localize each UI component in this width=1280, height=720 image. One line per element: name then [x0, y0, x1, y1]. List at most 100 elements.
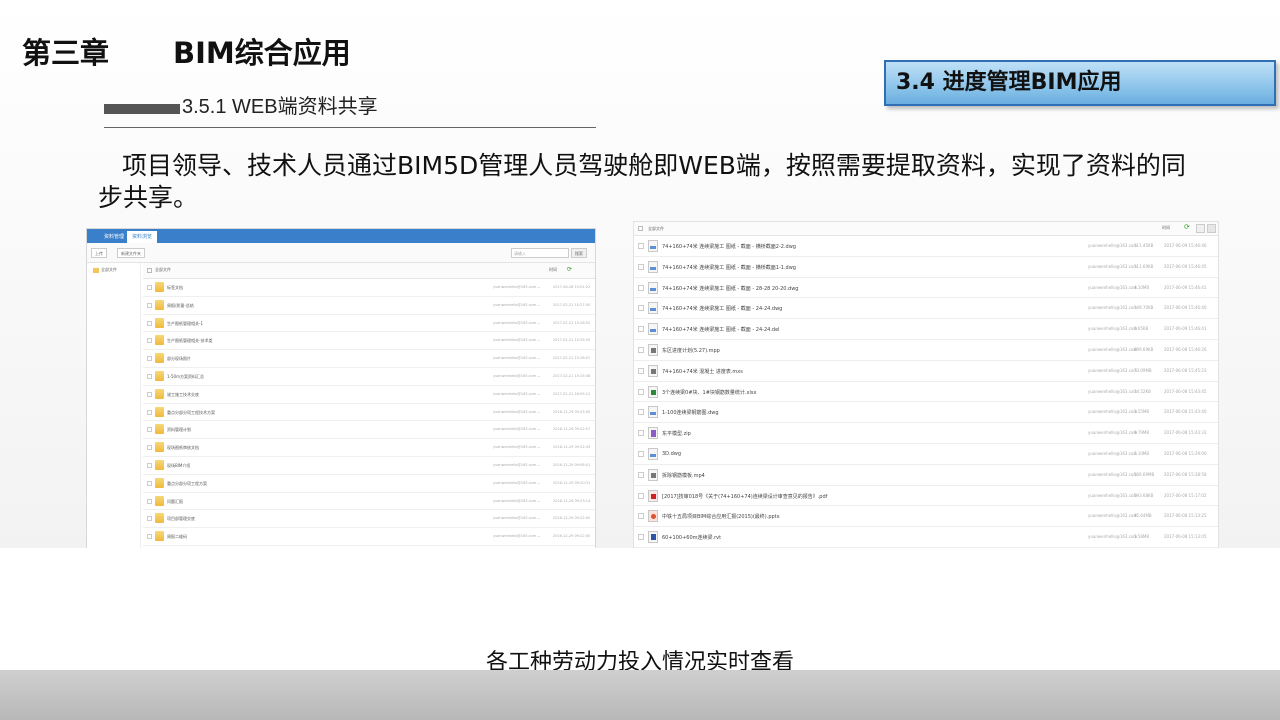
- upload-button[interactable]: 上传: [91, 248, 107, 258]
- row-checkbox[interactable]: [147, 427, 152, 433]
- table-row[interactable]: 现场BIM介绍 yuanwenhello@163.com — 2016-12-29 0…: [143, 457, 595, 475]
- row-checkbox[interactable]: [638, 450, 644, 457]
- file-name[interactable]: 东区进度计划(5.27).mpp: [662, 347, 720, 354]
- table-row[interactable]: 东平模型.zip yuanwenhello@163.com 9.79MB 2017-0…: [634, 423, 1218, 444]
- table-row[interactable]: 现场图纸审核文档 yuanwenhello@163.com — 2016-12-29 …: [143, 439, 595, 457]
- refresh-icon[interactable]: ⟳: [1184, 223, 1190, 231]
- header-time[interactable]: 时间: [549, 267, 557, 273]
- row-checkbox[interactable]: [638, 534, 644, 541]
- table-row[interactable]: 生产图纸管理相关-1 yuanwenhello@163.com — 2017-02-2…: [143, 315, 595, 333]
- table-row[interactable]: 重点分部分项工程方案 yuanwenhello@163.com — 2016-12-2…: [143, 475, 595, 493]
- file-name[interactable]: 74+160+74米 连续梁施工 图纸 - 截面 - 24-24.del: [662, 326, 780, 333]
- table-row[interactable]: 资料管理计划 yuanwenhello@163.com — 2016-12-29 09…: [143, 421, 595, 440]
- file-name[interactable]: 74+160+74米 连续梁施工 图纸 - 截面 - 28-28 20-20.d…: [662, 285, 798, 292]
- table-row[interactable]: 部分现场照片 yuanwenhello@163.com — 2017-02-21 15…: [143, 350, 595, 368]
- file-name[interactable]: 周报二维码: [167, 534, 187, 540]
- row-checkbox[interactable]: [638, 513, 644, 520]
- row-checkbox[interactable]: [147, 391, 152, 397]
- table-row[interactable]: 周报二维码 yuanwenhello@163.com — 2016-12-29 09:…: [143, 528, 595, 546]
- refresh-icon[interactable]: ⟳: [567, 266, 572, 273]
- row-checkbox[interactable]: [638, 243, 644, 249]
- row-checkbox[interactable]: [638, 409, 644, 416]
- table-row[interactable]: 周报/质量-总结 yuanwenhello@163.com — 2017-02-21 …: [143, 297, 595, 315]
- file-name[interactable]: 74+160+74米 混凝土 进度表.mxs: [662, 368, 743, 375]
- file-name[interactable]: 资料管理计划: [167, 427, 191, 433]
- table-row[interactable]: 1-100连续梁钢筋图.dwg yuanwenhello@163.com 3.55M…: [634, 402, 1218, 424]
- file-name[interactable]: 3个连续梁0#块、1#块钢筋数量统计.xlsx: [662, 389, 756, 396]
- search-input[interactable]: 请输入: [511, 248, 569, 258]
- file-name[interactable]: 东平模型.zip: [662, 430, 691, 437]
- row-checkbox[interactable]: [147, 320, 152, 326]
- table-row[interactable]: 74+160+74米 连续梁施工 图纸 - 截面 - 28-28 20-20.d…: [634, 278, 1218, 299]
- file-name[interactable]: 问题汇报: [167, 499, 183, 505]
- row-checkbox[interactable]: [638, 367, 644, 374]
- row-checkbox[interactable]: [147, 480, 152, 486]
- row-checkbox[interactable]: [147, 356, 152, 362]
- file-name[interactable]: 生产图纸管理相关-1: [167, 321, 203, 327]
- list-view-icon[interactable]: [1196, 224, 1205, 233]
- row-checkbox[interactable]: [147, 445, 152, 451]
- file-name[interactable]: 竣工施工技术交底: [167, 392, 199, 398]
- row-checkbox[interactable]: [147, 285, 152, 290]
- row-checkbox[interactable]: [638, 471, 644, 478]
- select-all-checkbox[interactable]: [638, 226, 643, 231]
- row-checkbox[interactable]: [147, 302, 152, 308]
- select-all-checkbox[interactable]: [147, 268, 152, 273]
- tab-data-management[interactable]: 资料管理: [99, 231, 129, 243]
- table-row[interactable]: 1-50m方案资料汇总 yuanwenhello@163.com — 2017-02-…: [143, 368, 595, 386]
- file-name[interactable]: 中铁十五局项目BIM综合应用汇报(2015)(最终).pptx: [662, 513, 780, 520]
- row-checkbox[interactable]: [638, 346, 644, 353]
- table-row[interactable]: 标签文档 yuanwenhello@163.com — 2017-06-28 15:0…: [143, 279, 595, 297]
- file-name[interactable]: 60+100+60m连续梁.rvt: [662, 534, 721, 541]
- file-name[interactable]: 生产图纸管理相关-技术类: [167, 338, 212, 344]
- table-row[interactable]: 重点分部分项工程技术方案 yuanwenhello@163.com — 2016-12…: [143, 404, 595, 422]
- tab-data-browse[interactable]: 资料浏览: [127, 231, 158, 243]
- grid-view-icon[interactable]: [1207, 224, 1216, 233]
- row-checkbox[interactable]: [147, 534, 152, 540]
- row-checkbox[interactable]: [638, 326, 644, 333]
- table-row[interactable]: 74+160+74米 连续梁施工 图纸 - 截面 - 24-24.dwg yuan…: [634, 298, 1218, 320]
- row-checkbox[interactable]: [147, 498, 152, 504]
- file-name[interactable]: 标签文档: [167, 285, 183, 291]
- file-name[interactable]: 74+160+74米 连续梁施工 图纸 - 截面 - 横桥截面1-1.dwg: [662, 264, 796, 271]
- table-row[interactable]: [2017]技审018号《关于(74+160+74)连续梁设计审查意见的报告》.…: [634, 486, 1218, 507]
- table-row[interactable]: 3个连续梁0#块、1#块钢筋数量统计.xlsx yuanwenhello@163.…: [634, 382, 1218, 403]
- file-name[interactable]: 现场图纸审核文档: [167, 445, 199, 451]
- row-checkbox[interactable]: [638, 388, 644, 395]
- file-name[interactable]: 周报/质量-总结: [167, 303, 194, 309]
- file-name[interactable]: 现场BIM介绍: [167, 463, 190, 469]
- table-row[interactable]: 3D.dwg yuanwenhello@163.com 2.10MB 2017-06-…: [634, 444, 1218, 465]
- new-folder-button[interactable]: 新建文件夹: [117, 248, 145, 258]
- row-checkbox[interactable]: [147, 373, 152, 379]
- table-row[interactable]: 74+160+74米 连续梁施工 图纸 - 截面 - 24-24.del yuan…: [634, 319, 1218, 340]
- file-name[interactable]: 重点分部分项工程方案: [167, 481, 207, 487]
- search-button[interactable]: 搜索: [571, 248, 587, 258]
- file-name[interactable]: 74+160+74米 连续梁施工 图纸 - 截面 - 24-24.dwg: [662, 305, 782, 312]
- row-checkbox[interactable]: [638, 263, 644, 270]
- file-name[interactable]: 3D.dwg: [662, 451, 681, 457]
- file-name[interactable]: 74+160+74米 连续梁施工 图纸 - 截面 - 横桥截面2-2.dwg: [662, 243, 796, 250]
- file-name[interactable]: 1-50m方案资料汇总: [167, 374, 204, 380]
- table-row[interactable]: 东区进度计划(5.27).mpp yuanwenhello@163.com 899.…: [634, 340, 1218, 361]
- table-row[interactable]: 竣工施工技术交底 yuanwenhello@163.com — 2017-02-21 …: [143, 386, 595, 404]
- file-name[interactable]: 拆除钢筋模板.mp4: [662, 472, 705, 479]
- table-row[interactable]: 60+100+60m连续梁.rvt yuanwenhello@163.com 5.5…: [634, 527, 1218, 548]
- row-checkbox[interactable]: [147, 409, 152, 415]
- file-name[interactable]: 重点分部分项工程技术方案: [167, 410, 215, 416]
- header-time[interactable]: 时间: [1162, 225, 1170, 231]
- row-checkbox[interactable]: [638, 284, 644, 291]
- row-checkbox[interactable]: [147, 338, 152, 344]
- table-row[interactable]: 生产图纸管理相关-技术类 yuanwenhello@163.com — 2017-02…: [143, 332, 595, 351]
- row-checkbox[interactable]: [147, 516, 152, 522]
- tree-root[interactable]: 全部文件: [93, 267, 117, 273]
- table-row[interactable]: 问题汇报 yuanwenhello@163.com — 2016-12-29 09:2…: [143, 493, 595, 511]
- row-checkbox[interactable]: [638, 305, 644, 312]
- file-name[interactable]: 项目部管理交底: [167, 516, 195, 522]
- row-checkbox[interactable]: [147, 462, 152, 468]
- file-name[interactable]: 部分现场照片: [167, 356, 191, 362]
- row-checkbox[interactable]: [638, 430, 644, 437]
- file-name[interactable]: [2017]技审018号《关于(74+160+74)连续梁设计审查意见的报告》.…: [662, 493, 827, 500]
- row-checkbox[interactable]: [638, 492, 644, 499]
- file-name[interactable]: 1-100连续梁钢筋图.dwg: [662, 409, 719, 416]
- table-row[interactable]: 拆除钢筋模板.mp4 yuanwenhello@163.com 506.69MB 20…: [634, 465, 1218, 486]
